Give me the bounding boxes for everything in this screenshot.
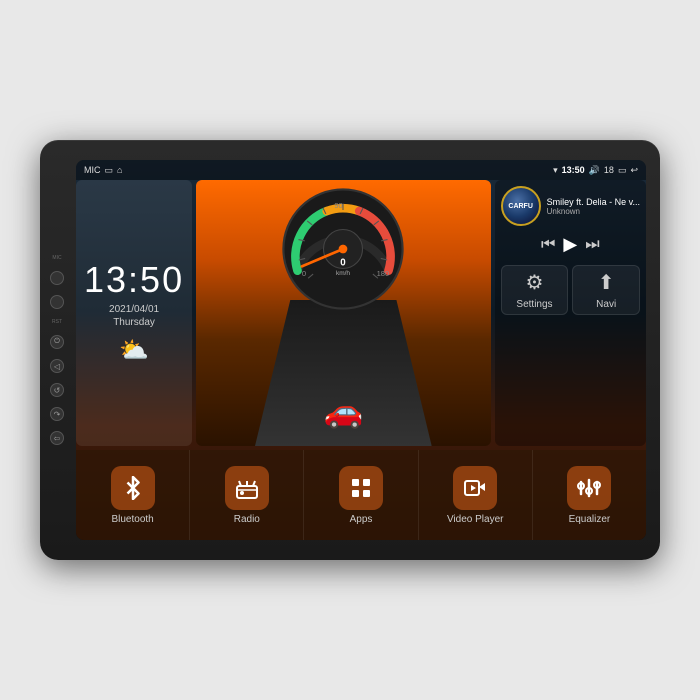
apps-label: Apps — [350, 514, 373, 525]
window-icon: ▭ — [105, 165, 114, 176]
side-controls: MIC RST ⏻ ◁ ↺ ↷ ⇦ — [50, 255, 64, 445]
navi-label: Navi — [596, 299, 616, 310]
equalizer-icon-circle — [567, 466, 611, 510]
video-svg-icon — [463, 476, 487, 500]
side-btn-2[interactable] — [50, 295, 64, 309]
func-buttons: ⚙ Settings ⬆ Navi — [501, 265, 640, 315]
top-row: 13:50 2021/04/01 Thursday ⛅ — [76, 180, 646, 446]
app-radio[interactable]: Radio — [190, 450, 304, 540]
media-artist: Unknown — [547, 207, 640, 216]
media-title: Smiley ft. Delia - Ne v... — [547, 197, 640, 207]
side-btn-7[interactable]: ⇦ — [50, 431, 64, 445]
home-icon: ⌂ — [117, 165, 122, 175]
media-info: Smiley ft. Delia - Ne v... Unknown — [547, 197, 640, 216]
svg-text:0: 0 — [341, 257, 347, 268]
apps-svg-icon — [349, 476, 373, 500]
car-silhouette: 🚗 — [323, 392, 363, 430]
radio-svg-icon — [235, 476, 259, 500]
clock-day: Thursday — [113, 317, 155, 328]
nav-icon: ▭ — [618, 165, 627, 176]
radio-label: Radio — [234, 514, 260, 525]
settings-icon: ⚙ — [526, 270, 544, 295]
svg-text:km/h: km/h — [336, 270, 350, 277]
media-controls: ⏮ ▶ ⏭ — [501, 234, 640, 255]
status-bar: MIC ▭ ⌂ ▾ 13:50 🔊 18 ▭ ↩ — [76, 160, 646, 180]
video-label: Video Player — [447, 514, 504, 525]
app-equalizer[interactable]: Equalizer — [533, 450, 646, 540]
car-head-unit: MIC RST ⏻ ◁ ↺ ↷ ⇦ MIC ▭ ⌂ ▾ 13:50 🔊 18 — [40, 140, 660, 560]
play-btn[interactable]: ▶ — [563, 234, 577, 255]
rst-label: RST — [52, 319, 62, 325]
mic-label: MIC — [52, 255, 61, 261]
weather-icon: ⛅ — [119, 336, 149, 365]
screen: MIC ▭ ⌂ ▾ 13:50 🔊 18 ▭ ↩ 1 — [76, 160, 646, 540]
power-btn[interactable]: ⏻ — [50, 335, 64, 349]
media-widget: CARFU Smiley ft. Delia - Ne v... Unknown… — [495, 180, 646, 446]
app-bluetooth[interactable]: Bluetooth — [76, 450, 190, 540]
side-btn-6[interactable]: ↷ — [50, 407, 64, 421]
apps-bar: Bluetooth Radio — [76, 450, 646, 540]
apps-icon-circle — [339, 466, 383, 510]
top-panel: 13:50 2021/04/01 Thursday ⛅ — [76, 180, 646, 446]
equalizer-label: Equalizer — [569, 514, 611, 525]
clock-time: 13:50 — [84, 262, 184, 298]
side-btn-1[interactable] — [50, 271, 64, 285]
back-icon: ↩ — [630, 165, 638, 176]
volume-level: 18 — [604, 165, 614, 175]
mic-status: MIC — [84, 165, 101, 175]
album-art-text: CARFU — [508, 203, 533, 210]
settings-label: Settings — [516, 299, 552, 310]
clock-widget: 13:50 2021/04/01 Thursday ⛅ — [76, 180, 192, 446]
next-btn[interactable]: ⏭ — [585, 236, 599, 254]
app-apps[interactable]: Apps — [304, 450, 418, 540]
screen-bezel: MIC ▭ ⌂ ▾ 13:50 🔊 18 ▭ ↩ 1 — [76, 160, 646, 540]
radio-icon-circle — [225, 466, 269, 510]
navi-btn[interactable]: ⬆ Navi — [572, 265, 640, 315]
wifi-icon: ▾ — [553, 165, 558, 176]
equalizer-svg-icon — [577, 476, 601, 500]
bluetooth-svg-icon — [121, 476, 145, 500]
settings-btn[interactable]: ⚙ Settings — [501, 265, 569, 315]
app-video[interactable]: Video Player — [419, 450, 533, 540]
navi-icon: ⬆ — [598, 270, 615, 295]
road-scene: 0 90 180 0 km/h — [196, 180, 491, 446]
side-btn-5[interactable]: ↺ — [50, 383, 64, 397]
svg-text:0: 0 — [302, 269, 306, 278]
speedometer: 0 90 180 0 km/h — [278, 184, 408, 314]
bluetooth-label: Bluetooth — [111, 514, 153, 525]
media-album: CARFU Smiley ft. Delia - Ne v... Unknown — [501, 186, 640, 226]
side-btn-4[interactable]: ◁ — [50, 359, 64, 373]
prev-btn[interactable]: ⏮ — [541, 236, 555, 254]
bluetooth-icon-circle — [111, 466, 155, 510]
volume-icon: 🔊 — [589, 165, 600, 176]
svg-text:180: 180 — [377, 269, 390, 278]
status-time: 13:50 — [562, 165, 585, 175]
album-art: CARFU — [501, 186, 541, 226]
clock-date: 2021/04/01 — [109, 304, 159, 315]
video-icon-circle — [453, 466, 497, 510]
svg-text:90: 90 — [335, 201, 343, 210]
